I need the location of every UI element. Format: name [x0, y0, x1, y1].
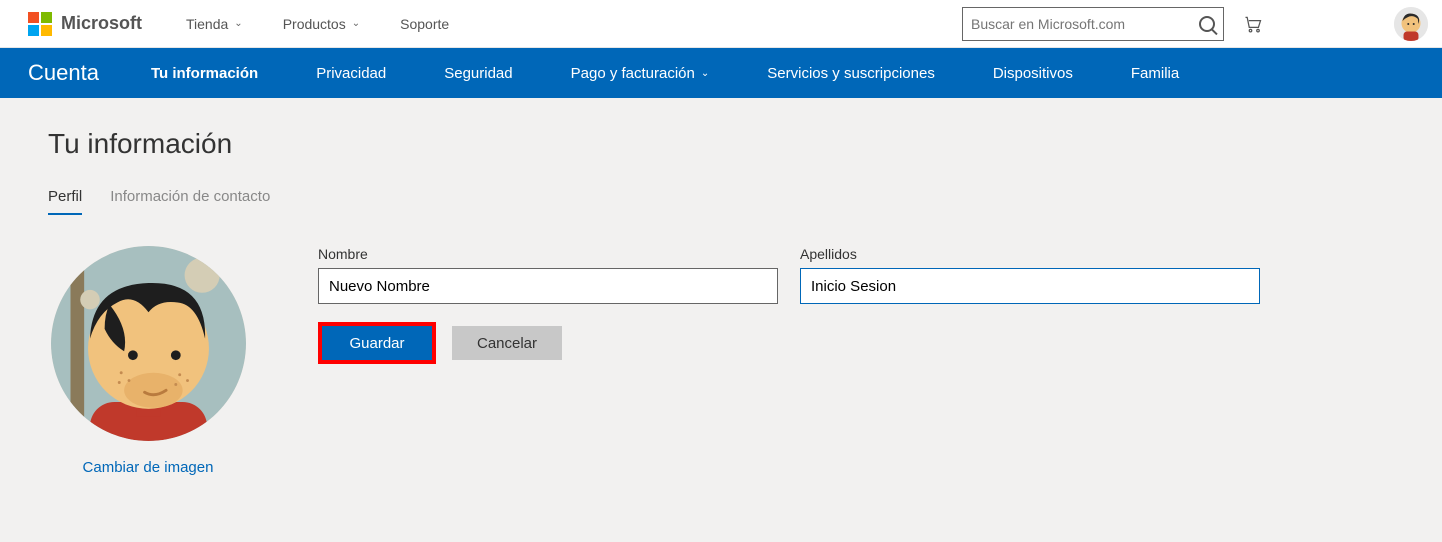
subnav-privacidad-label: Privacidad: [316, 65, 386, 82]
nombre-input[interactable]: [318, 268, 778, 304]
profile-row: Cambiar de imagen Nombre Apellidos Guard…: [48, 246, 1394, 476]
header-avatar[interactable]: [1394, 7, 1428, 41]
subnav-seguridad[interactable]: Seguridad: [444, 65, 512, 82]
microsoft-wordmark: Microsoft: [61, 13, 142, 34]
microsoft-logo[interactable]: Microsoft: [28, 12, 142, 36]
nav-tienda[interactable]: Tienda ⌄: [186, 16, 243, 32]
tab-perfil-label: Perfil: [48, 188, 82, 205]
field-nombre: Nombre: [318, 246, 778, 304]
top-nav: Tienda ⌄ Productos ⌄ Soporte: [186, 16, 449, 32]
subnav-familia[interactable]: Familia: [1131, 65, 1179, 82]
search-icon[interactable]: [1199, 16, 1215, 32]
sub-nav: Cuenta Tu información Privacidad Segurid…: [0, 48, 1442, 98]
subnav-tu-info[interactable]: Tu información: [151, 65, 258, 82]
tab-contacto[interactable]: Información de contacto: [110, 188, 270, 215]
subnav-familia-label: Familia: [1131, 65, 1179, 82]
subnav-servicios-label: Servicios y suscripciones: [767, 65, 935, 82]
form-column: Nombre Apellidos Guardar Cancelar: [318, 246, 1394, 364]
main-content: Tu información Perfil Información de con…: [0, 98, 1442, 506]
subnav-privacidad[interactable]: Privacidad: [316, 65, 386, 82]
save-button[interactable]: Guardar: [322, 326, 432, 360]
profile-avatar: [51, 246, 246, 441]
subnav-pago[interactable]: Pago y facturación ⌄: [571, 65, 710, 82]
search-input[interactable]: [971, 16, 1199, 32]
tab-perfil[interactable]: Perfil: [48, 188, 82, 215]
tab-contacto-label: Información de contacto: [110, 188, 270, 205]
nombre-label: Nombre: [318, 246, 778, 262]
subnav-seguridad-label: Seguridad: [444, 65, 512, 82]
subnav-servicios[interactable]: Servicios y suscripciones: [767, 65, 935, 82]
chevron-down-icon: ⌄: [701, 68, 709, 79]
nav-soporte[interactable]: Soporte: [400, 16, 449, 32]
subnav-title[interactable]: Cuenta: [28, 60, 99, 86]
subnav-items: Tu información Privacidad Seguridad Pago…: [151, 65, 1179, 82]
nav-productos[interactable]: Productos ⌄: [283, 16, 360, 32]
subnav-dispositivos-label: Dispositivos: [993, 65, 1073, 82]
nav-soporte-label: Soporte: [400, 16, 449, 32]
search-box[interactable]: [962, 7, 1224, 41]
apellidos-input[interactable]: [800, 268, 1260, 304]
subnav-tu-info-label: Tu información: [151, 65, 258, 82]
subnav-pago-label: Pago y facturación: [571, 65, 695, 82]
nav-tienda-label: Tienda: [186, 16, 228, 32]
apellidos-label: Apellidos: [800, 246, 1260, 262]
microsoft-logo-icon: [28, 12, 52, 36]
cancel-button[interactable]: Cancelar: [452, 326, 562, 360]
tabs: Perfil Información de contacto: [48, 188, 1394, 216]
chevron-down-icon: ⌄: [352, 18, 360, 29]
nav-productos-label: Productos: [283, 16, 346, 32]
save-button-highlight: Guardar: [318, 322, 436, 364]
cart-icon[interactable]: [1242, 13, 1264, 35]
field-apellidos: Apellidos: [800, 246, 1260, 304]
form-buttons: Guardar Cancelar: [318, 322, 778, 364]
top-header: Microsoft Tienda ⌄ Productos ⌄ Soporte: [0, 0, 1442, 48]
chevron-down-icon: ⌄: [234, 18, 242, 29]
page-title: Tu información: [48, 128, 1394, 160]
change-image-link[interactable]: Cambiar de imagen: [83, 459, 214, 476]
avatar-column: Cambiar de imagen: [48, 246, 248, 476]
subnav-dispositivos[interactable]: Dispositivos: [993, 65, 1073, 82]
